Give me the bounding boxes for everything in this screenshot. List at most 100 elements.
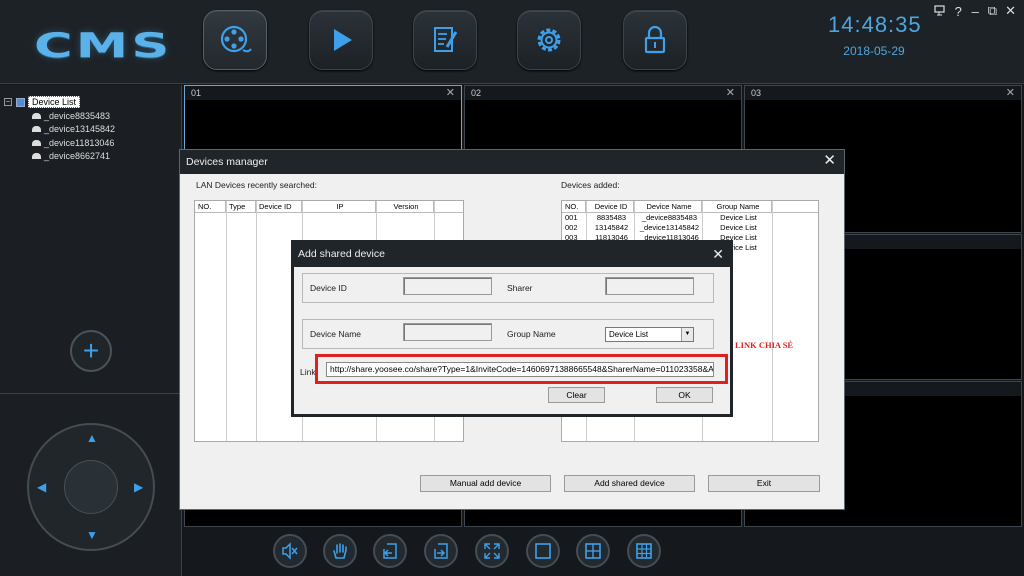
ptz-right-icon[interactable]: ▶	[134, 480, 143, 494]
table-row[interactable]: 001 8835483 _device8835483 Device List	[562, 213, 818, 223]
help-icon[interactable]: ?	[954, 4, 963, 19]
column-header[interactable]: Device ID	[586, 201, 634, 212]
layout-1-icon	[535, 543, 551, 559]
camera-icon	[32, 112, 41, 119]
plus-icon: +	[82, 335, 100, 366]
video-cell-header: 03 ✕	[745, 86, 1021, 100]
table-row[interactable]: 002 13145842 _device13145842 Device List	[562, 223, 818, 233]
top-bar: CMS 14:48:35 2018-05-29 ? – ⧉ ✕	[0, 0, 1024, 84]
clear-button[interactable]: Clear	[548, 387, 605, 403]
ptz-up-icon[interactable]: ▲	[86, 431, 98, 445]
cell-group-name: Device List	[720, 223, 757, 232]
device-tree: − Device List _device8835483 _device1314…	[4, 95, 115, 163]
ok-button[interactable]: OK	[656, 387, 713, 403]
device-name-label: Device Name	[310, 329, 362, 339]
app-logo: CMS	[34, 26, 173, 66]
mute-speaker-icon	[282, 542, 298, 560]
annotation-label: LINK CHIA SẺ	[735, 340, 794, 350]
video-cell-number: 02	[471, 88, 482, 98]
column-header[interactable]: Type	[226, 201, 256, 212]
device-name-field[interactable]	[403, 323, 492, 341]
playback-button[interactable]	[309, 10, 373, 70]
layout-1-button[interactable]	[526, 534, 560, 568]
add-device-button[interactable]: +	[70, 330, 112, 372]
exit-button[interactable]: Exit	[708, 475, 820, 492]
tree-item-label: _device13145842	[44, 124, 116, 135]
ptz-control: ▲ ▼ ◀ ▶	[27, 423, 155, 551]
import-button[interactable]	[373, 534, 407, 568]
column-header[interactable]: IP	[302, 201, 376, 212]
close-icon[interactable]: ✕	[1006, 86, 1015, 100]
dialog-title: Devices manager	[186, 156, 268, 168]
hand-icon	[333, 543, 347, 559]
log-button[interactable]	[413, 10, 477, 70]
camera-icon	[32, 126, 41, 133]
mute-button[interactable]	[273, 534, 307, 568]
collapse-icon[interactable]: −	[4, 98, 12, 106]
close-icon[interactable]: ✕	[446, 86, 455, 100]
sharer-label: Sharer	[507, 283, 533, 293]
ptz-left-icon[interactable]: ◀	[37, 480, 46, 494]
export-icon	[434, 543, 448, 559]
column-divider	[226, 201, 227, 441]
folder-icon	[16, 97, 25, 107]
layout-9-button[interactable]	[627, 534, 661, 568]
minimize-icon[interactable]: –	[971, 4, 980, 19]
tree-item[interactable]: _device13145842	[4, 123, 115, 137]
add-shared-device-dialog: Add shared device ✕ Device ID Sharer Dev…	[291, 240, 733, 417]
video-cell-header: 02 ✕	[465, 86, 741, 100]
tree-item[interactable]: _device8662741	[4, 150, 115, 164]
tree-item[interactable]: _device11813046	[4, 136, 115, 150]
tree-item-label: _device8835483	[44, 110, 111, 121]
lock-icon	[644, 25, 666, 54]
import-icon	[383, 543, 397, 559]
video-reel-icon	[220, 25, 252, 53]
ptz-center-button[interactable]	[64, 460, 118, 514]
group-name-select[interactable]: Device List ▼	[605, 327, 694, 342]
fullscreen-icon	[484, 543, 500, 559]
column-divider	[256, 201, 257, 441]
stop-all-button[interactable]	[323, 534, 357, 568]
column-header[interactable]: Version	[376, 201, 434, 212]
column-divider	[772, 201, 773, 441]
column-header[interactable]: NO.	[562, 201, 586, 212]
column-header[interactable]: Device Name	[634, 201, 702, 212]
restore-icon[interactable]: ⧉	[988, 3, 997, 19]
left-panel: − Device List _device8835483 _device1314…	[0, 85, 182, 576]
add-shared-device-button[interactable]: Add shared device	[564, 475, 695, 492]
device-id-field[interactable]	[403, 277, 492, 295]
layout-4-button[interactable]	[576, 534, 610, 568]
cell-device-name: _device13145842	[639, 223, 700, 232]
dialog-title-bar: Add shared device ✕	[294, 243, 730, 267]
close-icon[interactable]: ✕	[726, 86, 735, 100]
fullscreen-button[interactable]	[475, 534, 509, 568]
monitor-icon[interactable]	[934, 4, 946, 19]
column-header[interactable]: NO.	[195, 201, 226, 212]
column-header[interactable]: Device ID	[256, 201, 302, 212]
tree-root[interactable]: − Device List	[4, 95, 115, 109]
clock-date: 2018-05-29	[843, 44, 905, 58]
column-header[interactable]: Group Name	[702, 201, 772, 212]
link-label: Link	[300, 367, 316, 377]
manual-add-device-button[interactable]: Manual add device	[420, 475, 551, 492]
close-icon[interactable]: ✕	[823, 150, 836, 172]
lock-button[interactable]	[623, 10, 687, 70]
export-button[interactable]	[424, 534, 458, 568]
camera-icon	[32, 139, 41, 146]
tree-root-label: Device List	[28, 96, 81, 108]
tree-item-label: _device8662741	[44, 151, 111, 162]
settings-button[interactable]	[517, 10, 581, 70]
cell-device-id: 8835483	[596, 213, 627, 222]
sharer-field[interactable]	[605, 277, 694, 295]
list-header: NO. Device ID Device Name Group Name	[562, 201, 818, 213]
close-icon[interactable]: ✕	[712, 243, 724, 265]
tree-item[interactable]: _device8835483	[4, 109, 115, 123]
video-cell-header: 01 ✕	[185, 86, 461, 100]
live-view-button[interactable]	[203, 10, 267, 70]
dialog-title: Add shared device	[298, 248, 385, 260]
group-name-value: Device List	[609, 330, 649, 339]
gear-icon	[537, 28, 561, 52]
ptz-down-icon[interactable]: ▼	[86, 528, 98, 542]
close-icon[interactable]: ✕	[1005, 3, 1016, 19]
layout-9-icon	[636, 543, 652, 559]
